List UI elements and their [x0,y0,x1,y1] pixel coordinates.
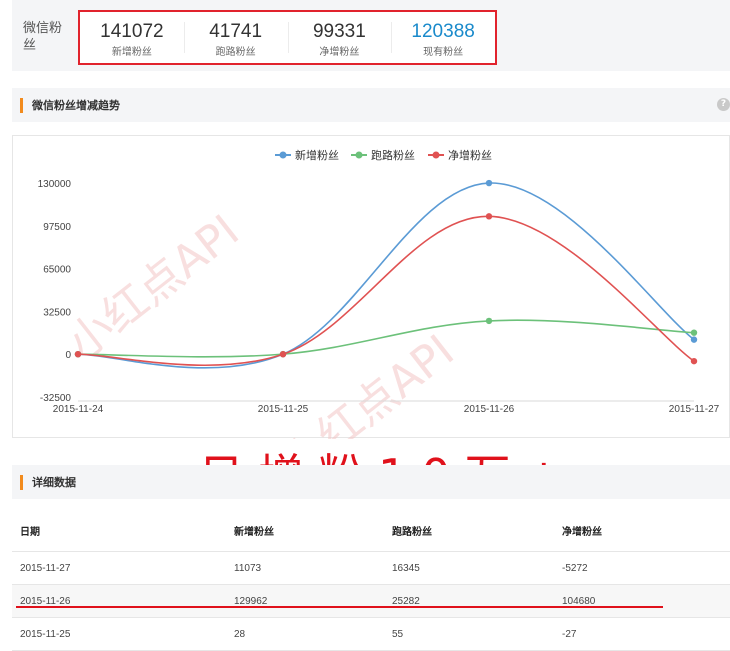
accent-bar [20,98,23,113]
table-row: 2015-11-27 11073 16345 -5272 [12,551,730,585]
x-tick-label: 2015-11-27 [669,404,720,415]
stat-value: 120388 [411,21,475,42]
data-point [74,350,82,358]
stat-label: 跑路粉丝 [215,47,256,58]
legend-label: 跑路粉丝 [371,148,415,162]
table-cell: 2015-11-27 [12,551,234,585]
stat-current-fans: 120388 现有粉丝 [391,12,495,63]
y-tick-label: 130000 [38,179,72,190]
data-point [690,336,698,343]
table-cell: 28 [234,617,392,651]
table-cell: 129962 [234,584,392,618]
stats-title: 微信粉丝 [23,21,63,53]
y-tick-label: 0 [65,350,71,361]
watermark-text: 小红点API [58,205,248,369]
table-cell: 55 [392,617,562,651]
chart-svg: 小红点API小红点API 130000 97500 65000 32500 0 -32500… [38,148,720,439]
stat-value: 41741 [209,21,263,42]
column-header-date[interactable]: 日期 [12,509,234,552]
table-row: 2015-11-25 28 55 -27 [12,617,730,651]
stat-value: 99331 [312,21,366,42]
series-line [77,319,695,358]
table-row: 2015-11-26 129962 25282 104680 [12,584,730,618]
x-tick-label: 2015-11-26 [464,404,515,415]
legend-label: 净增粉丝 [448,148,492,162]
table-header-row: 日期 新增粉丝 跑路粉丝 净增粉丝 [12,509,730,552]
x-tick-label: 2015-11-25 [258,404,309,415]
table-cell: -5272 [562,551,730,585]
accent-bar [20,475,23,490]
stat-net-fans: 99331 净增粉丝 [287,12,392,63]
stats-bar: 微信粉丝 141072 新增粉丝 41741 跑路粉丝 99331 净增粉丝 1… [12,0,730,71]
table-cell: 25282 [392,584,562,618]
trend-section-header: 微信粉丝增减趋势 ? [12,88,730,122]
legend-swatch-dot [355,151,363,159]
y-tick-label: -32500 [40,393,72,404]
table-cell: 104680 [562,584,730,618]
data-point [485,179,493,187]
legend-swatch-dot [279,151,287,159]
data-point [485,213,493,220]
stat-label: 现有粉丝 [423,47,464,58]
data-point [690,357,698,365]
detail-section-title: 详细数据 [32,476,76,489]
trend-section-title: 微信粉丝增减趋势 [32,99,120,112]
highlight-underline [16,606,663,608]
watermark-text: 小红点API [273,325,463,439]
legend-swatch-dot [432,151,440,159]
stat-value: 141072 [100,21,164,42]
data-point [690,329,698,336]
table-cell: 2015-11-26 [12,584,234,618]
x-tick-label: 2015-11-24 [53,404,104,415]
stat-lost-fans: 41741 跑路粉丝 [183,12,288,63]
y-tick-label: 97500 [43,222,71,233]
detail-table: 日期 新增粉丝 跑路粉丝 净增粉丝 2015-11-27 11073 16345… [12,509,730,651]
table-cell: 16345 [392,551,562,585]
data-point [485,317,493,325]
column-header-new-fans[interactable]: 新增粉丝 [234,509,392,552]
detail-section-header: 详细数据 [12,465,730,499]
column-header-lost-fans[interactable]: 跑路粉丝 [392,509,562,552]
y-tick-label: 32500 [43,307,71,318]
legend-label: 新增粉丝 [295,148,339,162]
table-cell: -27 [562,617,730,651]
stats-summary-box: 141072 新增粉丝 41741 跑路粉丝 99331 净增粉丝 120388… [78,10,497,65]
data-point [279,351,287,358]
fans-trend-chart: 小红点API 小红点API 130000 97500 65000 32500 0 -32500… [12,135,730,439]
table-cell: 11073 [234,551,392,585]
question-circle-icon[interactable]: ? [717,98,730,111]
table-cell: 2015-11-25 [12,617,234,651]
stat-new-fans: 141072 新增粉丝 [80,12,184,63]
y-tick-label: 65000 [43,265,71,276]
stat-label: 新增粉丝 [111,47,152,58]
stat-label: 净增粉丝 [319,47,360,58]
column-header-net-fans[interactable]: 净增粉丝 [562,509,730,552]
